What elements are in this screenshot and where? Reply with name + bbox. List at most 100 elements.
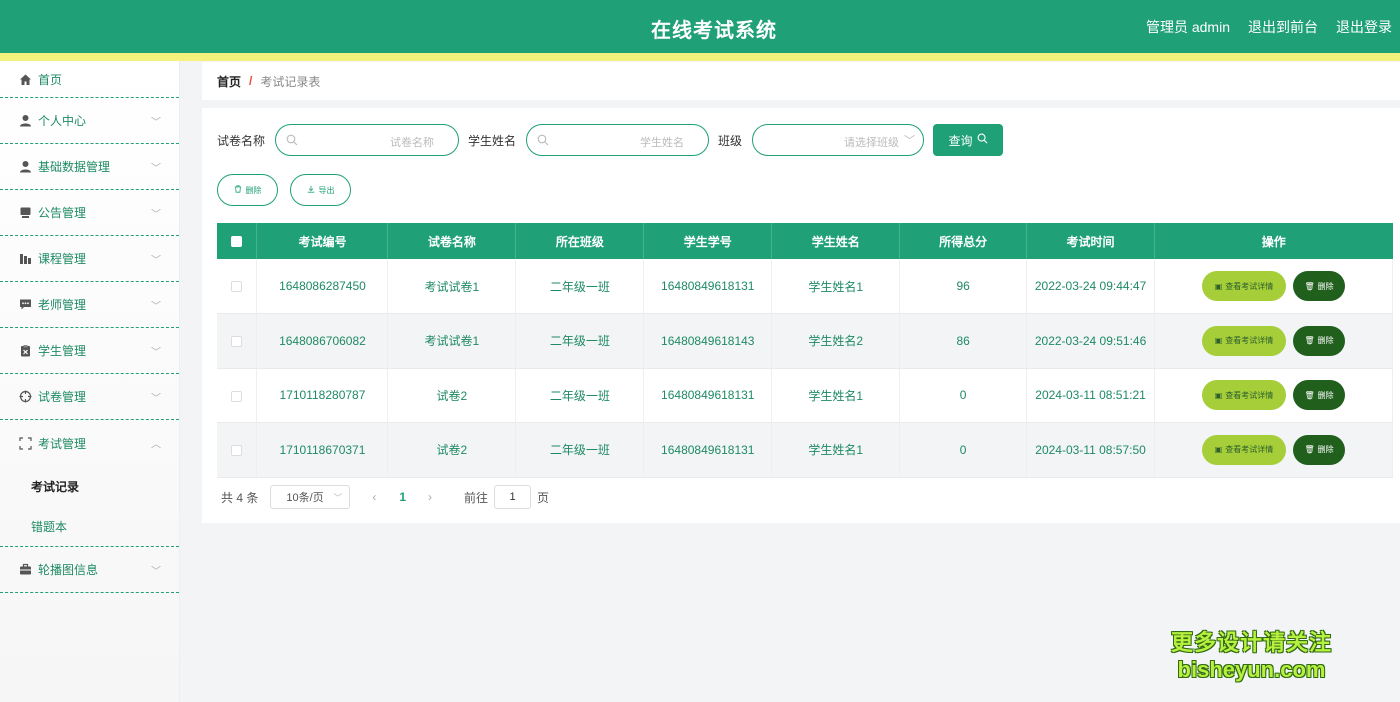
view-detail-button[interactable]: ▣ 查看考试详情 [1202,434,1287,465]
paper-name-input[interactable]: 试卷名称 [275,124,460,156]
row-actions-cell: ▣ 查看考试详情 🗑 删除 [1154,259,1393,314]
sidebar-subitem-exam-records[interactable]: 考试记录 [0,466,179,506]
table-cell: 0 [899,422,1028,478]
query-button[interactable]: 查询 [933,124,1004,156]
class-select[interactable]: 请选择班级 ﹀ [752,124,925,156]
view-detail-button[interactable]: ▣ 查看考试详情 [1202,271,1287,301]
row-delete-button[interactable]: 🗑 删除 [1293,325,1346,356]
trash-icon: 🗑 [1304,445,1315,455]
column-header[interactable]: 试卷名称 [387,223,517,259]
export-label: 导出 [318,185,335,195]
table-cell: 二年级一班 [515,422,645,478]
back-to-front-link[interactable]: 退出到前台 [1248,17,1318,37]
row-delete-label: 删除 [1317,281,1334,291]
table-cell: 学生姓名1 [771,422,901,478]
sidebar-item-basic-data[interactable]: 基础数据管理 ﹀ [0,144,179,190]
batch-delete-button[interactable]: 删除 [217,174,278,206]
sidebar: 首页 个人中心 ﹀ 基础数据管理 ﹀ 公告管理 ﹀ 课程管理 ﹀ 老师管理 ﹀ [0,61,180,702]
row-checkbox[interactable] [231,281,243,293]
table-header-row: 考试编号 试卷名称 所在班级 学生学号 学生姓名 所得总分 考试时间 操作 [217,223,1393,259]
page-size-select[interactable]: 10条/页 ﹀ [270,485,351,509]
sidebar-item-student[interactable]: 学生管理 ﹀ [0,328,179,374]
page-number[interactable]: 1 [399,490,406,504]
row-delete-button[interactable]: 🗑 删除 [1293,434,1346,465]
watermark-line1: 更多设计请关注 [1170,630,1332,655]
class-placeholder: 请选择班级 [844,137,900,149]
table-cell: 86 [899,313,1028,369]
logout-link[interactable]: 退出登录 [1336,17,1392,37]
column-header[interactable]: 学生姓名 [771,223,901,259]
sidebar-item-label: 考试管理 [38,436,87,451]
paper-name-placeholder: 试卷名称 [390,137,435,149]
sidebar-item-teacher[interactable]: 老师管理 ﹀ [0,282,179,328]
table-cell: 考试试卷1 [387,259,517,314]
next-page-icon[interactable]: › [428,490,432,504]
table-cell: 学生姓名1 [771,259,901,314]
sidebar-item-paper[interactable]: 试卷管理 ﹀ [0,374,179,420]
table-cell: 二年级一班 [515,368,645,423]
row-delete-button[interactable]: 🗑 删除 [1293,271,1346,301]
breadcrumb-home[interactable]: 首页 [217,73,241,90]
table-cell: 学生姓名1 [771,368,901,423]
clipboard-icon [19,344,32,357]
column-header[interactable]: 所在班级 [515,223,645,259]
row-checkbox[interactable] [231,336,243,348]
row-actions-cell: ▣ 查看考试详情 🗑 删除 [1154,422,1393,478]
breadcrumb-current: 考试记录表 [260,74,321,89]
target-icon [19,390,32,403]
chat-icon [19,298,32,311]
column-header[interactable]: 考试时间 [1026,223,1156,259]
table-cell: 学生姓名2 [771,313,901,369]
total-count: 共 4 条 [221,490,259,505]
goto-label: 前往 [464,490,489,505]
table-cell: 试卷2 [387,368,517,423]
sidebar-item-course[interactable]: 课程管理 ﹀ [0,236,179,282]
row-delete-button[interactable]: 🗑 删除 [1293,380,1346,411]
briefcase-icon [19,563,32,576]
document-icon: ▣ [1214,281,1223,291]
column-header[interactable]: 学生学号 [643,223,773,259]
select-all-cell [217,223,258,259]
select-all-checkbox[interactable] [231,236,243,248]
row-actions-cell: ▣ 查看考试详情 🗑 删除 [1154,368,1393,423]
student-name-input[interactable]: 学生姓名 [526,124,710,156]
table-row: 1648086287450 考试试卷1 二年级一班 16480849618131… [217,259,1393,314]
user-icon [19,160,32,173]
sidebar-item-personal[interactable]: 个人中心 ﹀ [0,98,179,144]
row-checkbox[interactable] [231,390,243,402]
export-button[interactable]: 导出 [290,174,351,206]
view-detail-button[interactable]: ▣ 查看考试详情 [1202,325,1287,356]
column-header[interactable]: 所得总分 [899,223,1028,259]
sidebar-item-label: 老师管理 [38,298,87,312]
trash-icon: 🗑 [1304,336,1315,346]
sidebar-item-notice[interactable]: 公告管理 ﹀ [0,190,179,236]
sidebar-item-label: 个人中心 [38,114,87,128]
chevron-down-icon: ﹀ [151,209,161,220]
view-detail-button[interactable]: ▣ 查看考试详情 [1202,380,1287,411]
trash-icon: 🗑 [1304,390,1315,400]
home-icon [19,73,32,86]
app-header: 在线考试系统 管理员 admin 退出到前台 退出登录 [0,0,1400,53]
column-header[interactable]: 考试编号 [256,223,389,259]
sidebar-item-carousel[interactable]: 轮播图信息 ﹀ [0,547,179,593]
admin-user-link[interactable]: 管理员 admin [1146,17,1230,37]
prev-page-icon[interactable]: ‹ [372,490,376,504]
sidebar-item-label: 公告管理 [38,206,87,220]
sidebar-item-label: 首页 [38,72,63,87]
sidebar-item-exam[interactable]: 考试管理 ︿ [0,420,179,466]
view-detail-label: 查看考试详情 [1225,390,1274,400]
view-detail-label: 查看考试详情 [1225,445,1274,455]
sidebar-subitem-wrong-questions[interactable]: 错题本 [0,506,179,546]
column-header: 操作 [1154,223,1393,259]
student-name-label: 学生姓名 [468,133,517,148]
filter-bar: 试卷名称 试卷名称 学生姓名 学生姓名 班级 请选择班级 ﹀ 查询 [217,124,1004,156]
student-name-placeholder: 学生姓名 [640,137,685,149]
goto-page-input[interactable]: 1 [494,485,532,509]
action-bar: 删除 导出 [217,174,351,206]
table-cell: 考试试卷1 [387,313,517,369]
table-cell: 16480849618131 [643,259,773,314]
sidebar-item-home[interactable]: 首页 [0,61,179,98]
sidebar-item-label: 轮播图信息 [38,563,99,577]
row-checkbox[interactable] [231,445,243,457]
view-detail-label: 查看考试详情 [1225,281,1274,291]
